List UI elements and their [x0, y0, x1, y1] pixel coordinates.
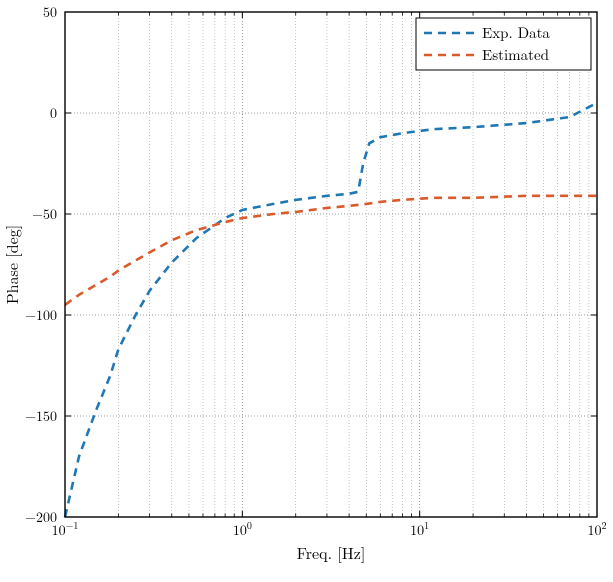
- x-tick-label: 101: [410, 518, 429, 540]
- svg-text:100: 100: [233, 518, 252, 540]
- y-tick-label: −200: [25, 507, 57, 527]
- y-tick-label: 50: [43, 2, 57, 22]
- legend: Exp. DataEstimated: [416, 18, 591, 70]
- legend-label-0: Exp. Data: [482, 22, 550, 43]
- y-tick-label: −100: [25, 305, 57, 325]
- svg-text:102: 102: [588, 518, 607, 540]
- y-tick-label: 0: [50, 103, 57, 123]
- legend-label-1: Estimated: [482, 44, 549, 65]
- x-axis-label: Freq. [Hz]: [297, 541, 366, 564]
- x-tick-label: 100: [233, 518, 252, 540]
- svg-text:101: 101: [410, 518, 429, 540]
- chart-svg: 10−1100101102−200−150−100−50050Freq. [Hz…: [0, 0, 613, 582]
- x-tick-label: 102: [588, 518, 607, 540]
- y-tick-label: −150: [25, 406, 57, 426]
- y-tick-label: −50: [32, 204, 57, 224]
- phase-vs-frequency-chart: 10−1100101102−200−150−100−50050Freq. [Hz…: [0, 0, 613, 582]
- y-axis-label: Phase [deg]: [0, 225, 23, 304]
